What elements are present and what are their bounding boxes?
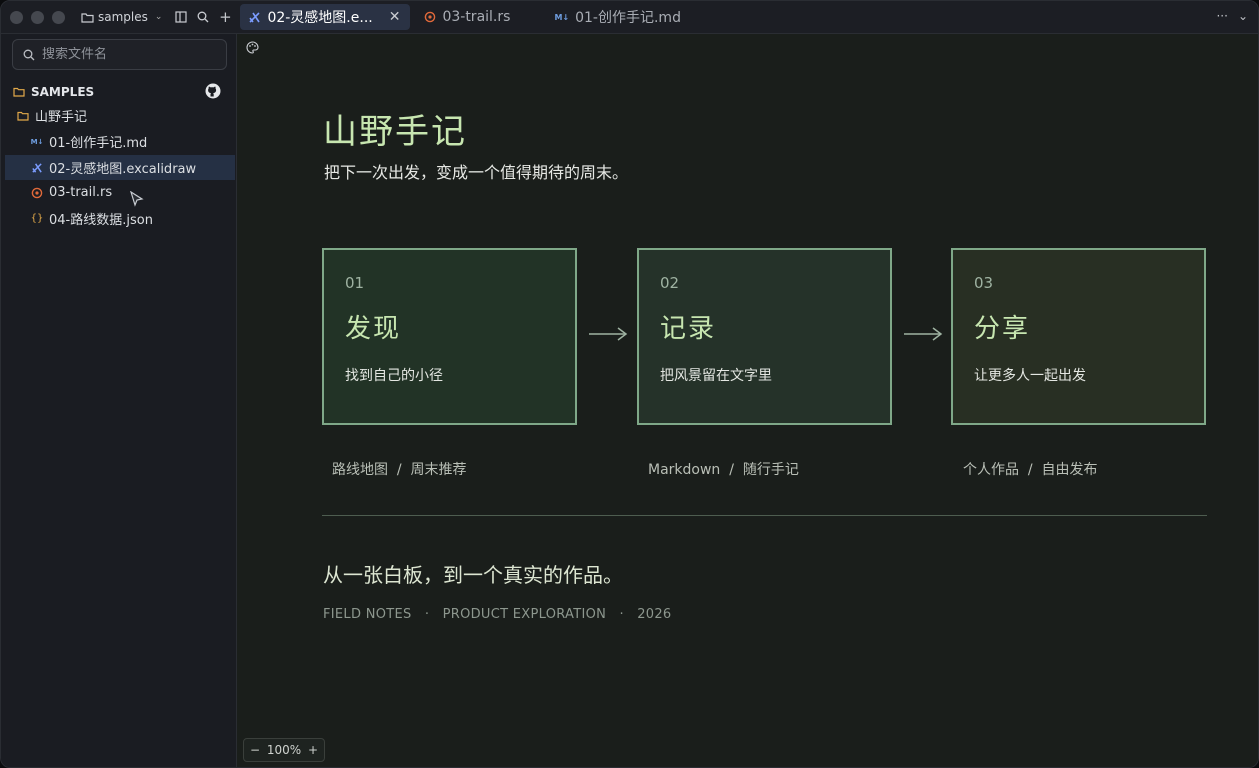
plus-icon: + (219, 8, 232, 26)
rust-icon (425, 11, 436, 23)
file-node-excalidraw[interactable]: 02-灵感地图.excalidraw (5, 155, 235, 180)
file-search-input[interactable] (42, 47, 212, 62)
workspace-root[interactable]: SAMPLES (13, 82, 225, 102)
github-icon[interactable] (205, 83, 221, 99)
layout-icon (175, 11, 188, 23)
step-name: 分享 (974, 314, 1031, 344)
sidebar-toggle-button[interactable] (172, 8, 190, 26)
step-number: 02 (660, 274, 680, 292)
zoom-level: 100% (266, 743, 302, 757)
file-search-box[interactable] (12, 39, 227, 70)
mouse-cursor-icon (130, 191, 144, 207)
project-switcher[interactable]: samples ⌄ (81, 10, 162, 24)
arrow-right-icon[interactable] (903, 324, 943, 344)
chevron-down-icon[interactable]: ⌄ (1238, 9, 1248, 23)
folder-label: 山野手记 (35, 110, 88, 125)
folder-icon (81, 12, 94, 23)
title-bar: samples ⌄ + 02-灵感地图.e... ✕ 03-trail.rs M… (1, 1, 1258, 34)
file-node-json[interactable]: {} 04-路线数据.json (5, 206, 235, 231)
canvas-title: 山野手记 (323, 112, 467, 152)
tab-trail-rs[interactable]: 03-trail.rs (416, 1, 520, 33)
file-label: 04-路线数据.json (49, 213, 153, 228)
step-description: 找到自己的小径 (345, 368, 443, 384)
step-card-record[interactable]: 02 记录 把风景留在文字里 (637, 248, 892, 425)
json-icon: {} (30, 213, 44, 224)
zoom-in-button[interactable]: + (308, 743, 318, 757)
maximize-window-button[interactable] (52, 10, 65, 24)
folder-open-icon (13, 87, 25, 97)
markdown-icon: M↓ (30, 137, 44, 146)
file-label: 03-trail.rs (49, 185, 113, 200)
tab-label: 01-创作手记.md (575, 10, 681, 26)
file-label: 01-创作手记.md (49, 136, 148, 151)
step-tags: 个人作品 / 自由发布 (963, 462, 1098, 478)
search-button[interactable] (194, 8, 212, 26)
file-explorer-sidebar: SAMPLES 山野手记 M↓ 01-创作手记.md 02-灵感地图.excal… (1, 34, 237, 767)
palette-icon[interactable] (246, 41, 259, 54)
tab-label: 03-trail.rs (442, 9, 511, 25)
file-node-markdown[interactable]: M↓ 01-创作手记.md (5, 129, 235, 154)
step-card-discover[interactable]: 01 发现 找到自己的小径 (322, 248, 577, 425)
tab-markdown[interactable]: M↓ 01-创作手记.md (546, 1, 691, 33)
markdown-icon: M↓ (554, 12, 570, 22)
canvas-footer: FIELD NOTES · PRODUCT EXPLORATION · 2026 (323, 607, 672, 622)
step-name: 发现 (345, 314, 402, 344)
workspace-root-label: SAMPLES (31, 85, 95, 99)
search-icon (197, 11, 209, 23)
close-tab-icon[interactable]: ✕ (389, 9, 401, 25)
search-icon (23, 49, 35, 60)
canvas-subtitle: 把下一次出发，变成一个值得期待的周末。 (324, 163, 629, 182)
file-label: 02-灵感地图.excalidraw (49, 162, 197, 177)
close-window-button[interactable] (10, 10, 23, 24)
zoom-out-button[interactable]: − (250, 743, 260, 757)
step-description: 把风景留在文字里 (660, 368, 772, 384)
step-number: 01 (345, 274, 365, 292)
step-name: 记录 (660, 314, 717, 344)
excalidraw-icon (32, 162, 42, 173)
tab-bar: 02-灵感地图.e... ✕ 03-trail.rs M↓ 01-创作手记.md (240, 1, 691, 33)
step-description: 让更多人一起出发 (974, 368, 1086, 384)
chevron-down-icon: ⌄ (154, 12, 163, 22)
folder-open-icon (17, 111, 29, 121)
excalidraw-canvas[interactable]: 山野手记 把下一次出发，变成一个值得期待的周末。 01 发现 找到自己的小径 0… (237, 34, 1258, 767)
excalidraw-icon (249, 11, 261, 23)
step-card-share[interactable]: 03 分享 让更多人一起出发 (951, 248, 1206, 425)
canvas-tagline: 从一张白板，到一个真实的作品。 (323, 563, 623, 587)
step-tags: Markdown / 随行手记 (648, 462, 799, 478)
file-node-rust[interactable]: 03-trail.rs (5, 180, 235, 205)
step-number: 03 (974, 274, 994, 292)
window-controls (10, 10, 65, 24)
step-tags: 路线地图 / 周末推荐 (332, 462, 467, 478)
divider-line (322, 515, 1207, 516)
titlebar-actions: ··· ⌄ (1216, 9, 1248, 23)
minimize-window-button[interactable] (31, 10, 44, 24)
zoom-control: − 100% + (243, 738, 325, 762)
tab-excalidraw[interactable]: 02-灵感地图.e... ✕ (240, 4, 411, 30)
more-options-icon[interactable]: ··· (1216, 9, 1227, 23)
app-window: samples ⌄ + 02-灵感地图.e... ✕ 03-trail.rs M… (0, 0, 1259, 768)
tab-label: 02-灵感地图.e... (267, 10, 373, 26)
arrow-right-icon[interactable] (588, 324, 628, 344)
project-name: samples (98, 10, 148, 24)
new-tab-button[interactable]: + (216, 8, 234, 26)
rust-icon (31, 187, 43, 198)
folder-node[interactable]: 山野手记 (5, 103, 235, 128)
